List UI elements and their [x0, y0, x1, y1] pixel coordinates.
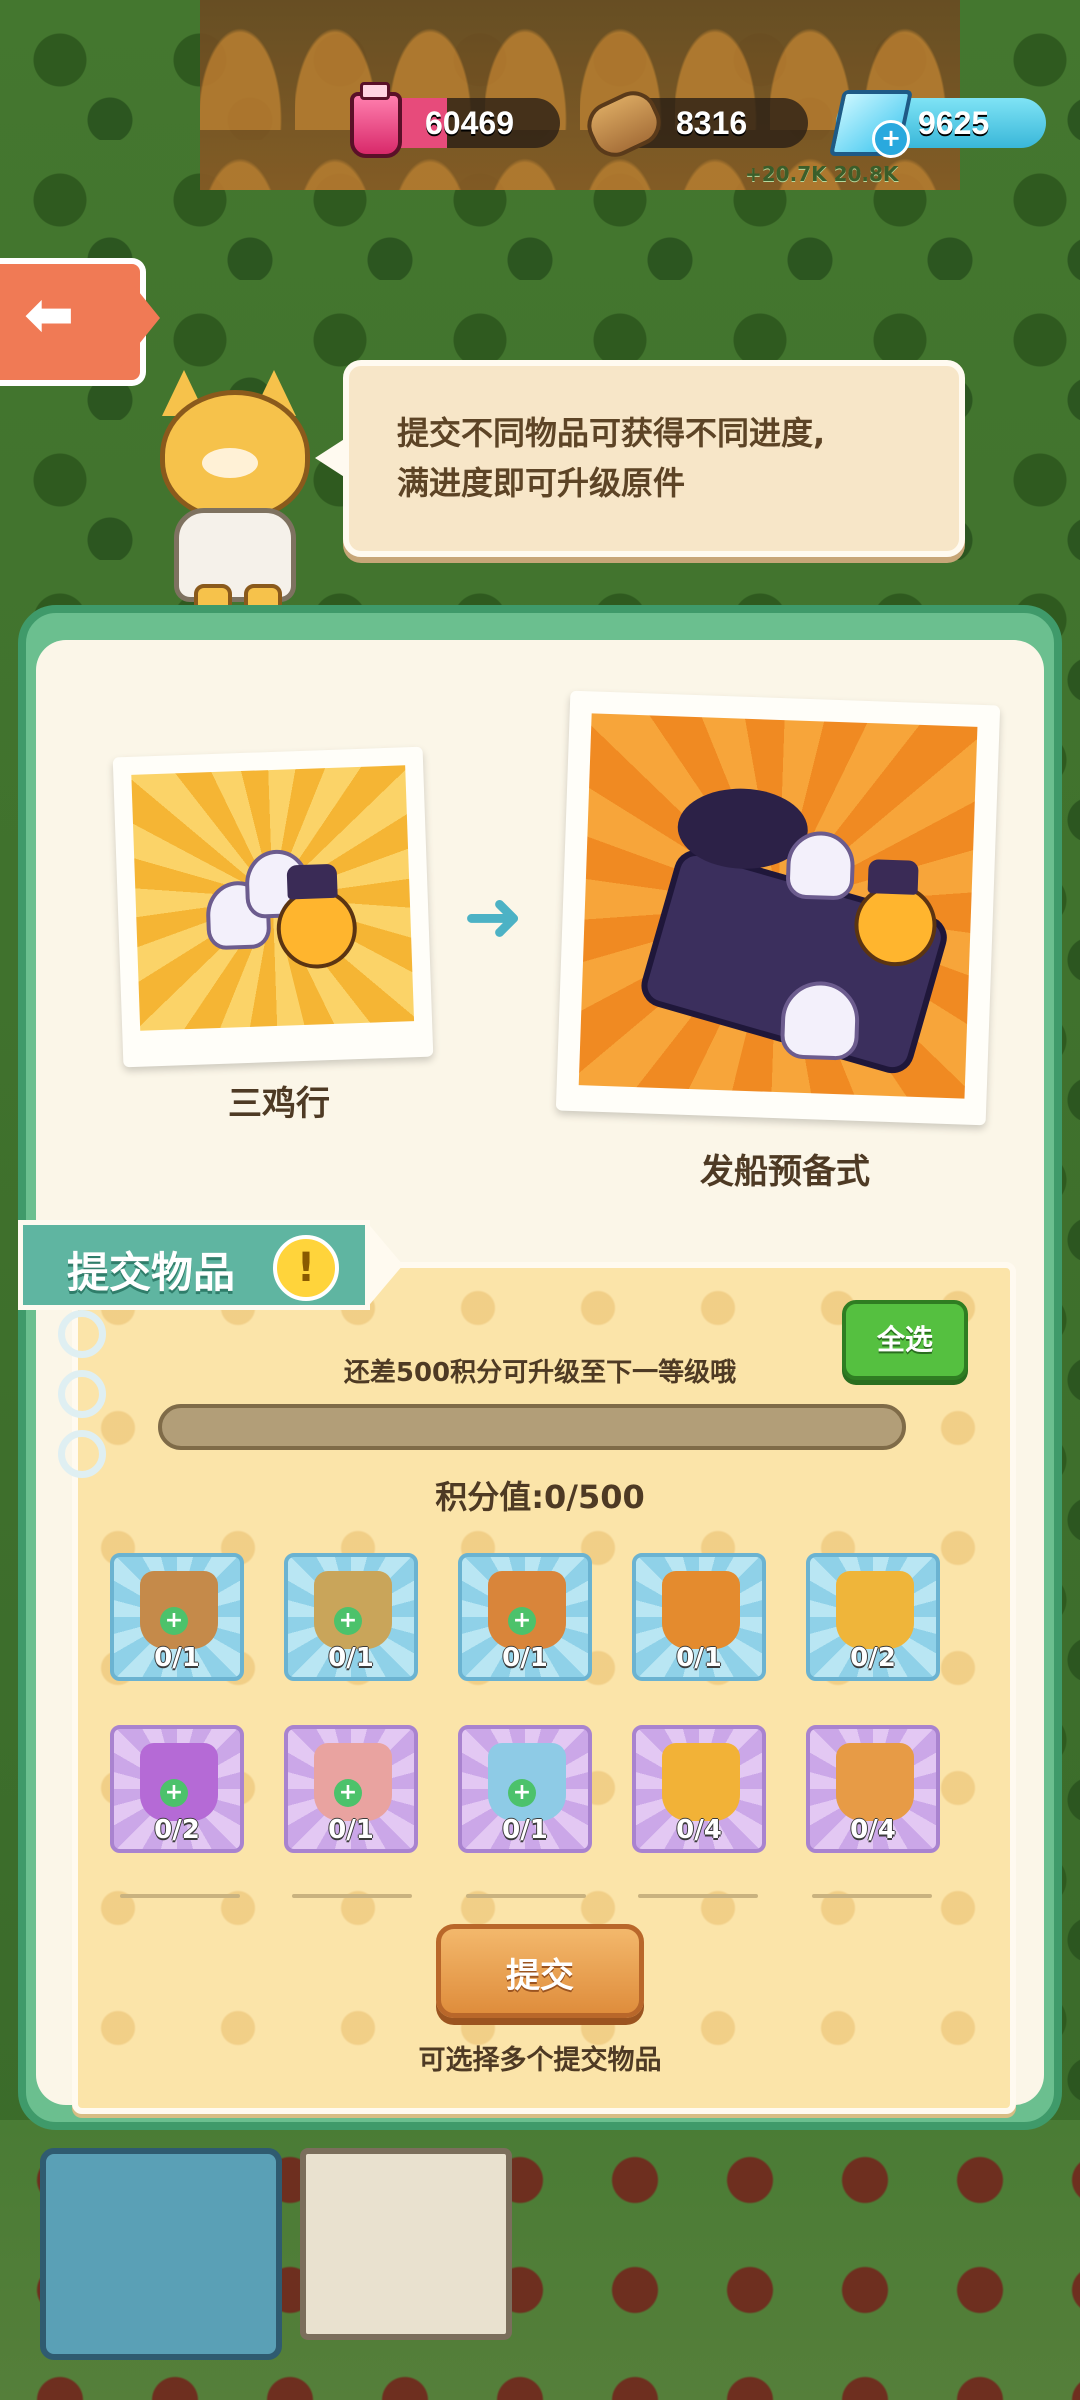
cat-mascot	[140, 370, 320, 630]
clover-badge-icon: +	[160, 1779, 188, 1807]
clover-badge-icon: +	[160, 1607, 188, 1635]
item-count: 0/1	[328, 1643, 374, 1673]
clover-badge-icon: +	[508, 1779, 536, 1807]
next-row-peek	[110, 1890, 950, 1900]
item-count: 0/1	[502, 1815, 548, 1845]
arrow-right-icon: ➜	[463, 874, 524, 958]
submit-button[interactable]: 提交	[436, 1924, 644, 2018]
item-count: 0/1	[328, 1815, 374, 1845]
item-count: 0/4	[850, 1815, 896, 1845]
back-button[interactable]: ⬅	[0, 258, 165, 386]
speech-bubble: 提交不同物品可获得不同进度, 满进度即可升级原件	[315, 360, 965, 557]
section-ribbon: 提交物品 !	[18, 1220, 403, 1310]
score-display: 积分值:0/500	[0, 1472, 1080, 1518]
item-count: 0/4	[676, 1815, 722, 1845]
item-count: 0/2	[154, 1815, 200, 1845]
progress-bar	[158, 1404, 906, 1450]
potion-value: 60469	[425, 105, 514, 141]
section-title: 提交物品	[67, 1248, 236, 1297]
item-tile[interactable]: +0/2	[110, 1725, 244, 1853]
clover-badge-icon: +	[334, 1607, 362, 1635]
item-tile[interactable]: +0/1	[110, 1553, 244, 1681]
melon-bun-icon	[662, 1743, 740, 1821]
croissant-icon	[836, 1571, 914, 1649]
gem-value: 9625	[918, 105, 990, 141]
building	[40, 2148, 282, 2360]
item-count: 0/2	[850, 1643, 896, 1673]
witch-hat-icon	[867, 859, 919, 895]
notebook-rings	[58, 1310, 106, 1490]
item-tile[interactable]: +0/1	[284, 1553, 418, 1681]
speech-line-2: 满进度即可升级原件	[397, 464, 686, 502]
fruit-tart-icon	[836, 1743, 914, 1821]
wood-value: 8316	[676, 105, 748, 141]
score-value: 0/500	[544, 1478, 645, 1516]
production-rate: +20.7K 20.8K	[745, 162, 899, 186]
potion-icon	[350, 82, 402, 158]
croissant-duo-icon	[662, 1571, 740, 1649]
item-tile[interactable]: 0/1	[632, 1553, 766, 1681]
item-tile[interactable]: 0/4	[632, 1725, 766, 1853]
ghost-icon	[785, 830, 856, 901]
current-building-name: 三鸡行	[228, 1084, 330, 1124]
next-building-card	[555, 690, 1001, 1126]
item-count: 0/1	[502, 1643, 548, 1673]
building	[300, 2148, 512, 2340]
speech-line-1: 提交不同物品可获得不同进度,	[397, 414, 826, 452]
item-count: 0/1	[154, 1643, 200, 1673]
item-tile[interactable]: 0/2	[806, 1553, 940, 1681]
speech-text: 提交不同物品可获得不同进度, 满进度即可升级原件	[397, 408, 825, 508]
warning-icon[interactable]: !	[273, 1235, 339, 1301]
next-building-art	[578, 713, 978, 1099]
item-count: 0/1	[676, 1643, 722, 1673]
clover-badge-icon: +	[508, 1607, 536, 1635]
current-building-card	[112, 746, 434, 1068]
current-building-art	[131, 765, 415, 1031]
score-label: 积分值:	[435, 1478, 545, 1516]
progress-hint: 还差500积分可升级至下一等级哦	[343, 1358, 737, 1388]
arrow-left-icon: ⬅	[24, 280, 75, 350]
item-tile[interactable]: 0/4	[806, 1725, 940, 1853]
add-gems-icon[interactable]: +	[872, 120, 910, 158]
item-tile[interactable]: +0/1	[458, 1553, 592, 1681]
submit-footnote: 可选择多个提交物品	[418, 2045, 662, 2076]
chick-icon	[275, 887, 359, 970]
town-area	[0, 2120, 1080, 2400]
clover-badge-icon: +	[334, 1779, 362, 1807]
witch-hat-icon	[286, 863, 338, 900]
item-tile[interactable]: +0/1	[284, 1725, 418, 1853]
item-tile[interactable]: +0/1	[458, 1725, 592, 1853]
next-building-name: 发船预备式	[700, 1152, 870, 1192]
